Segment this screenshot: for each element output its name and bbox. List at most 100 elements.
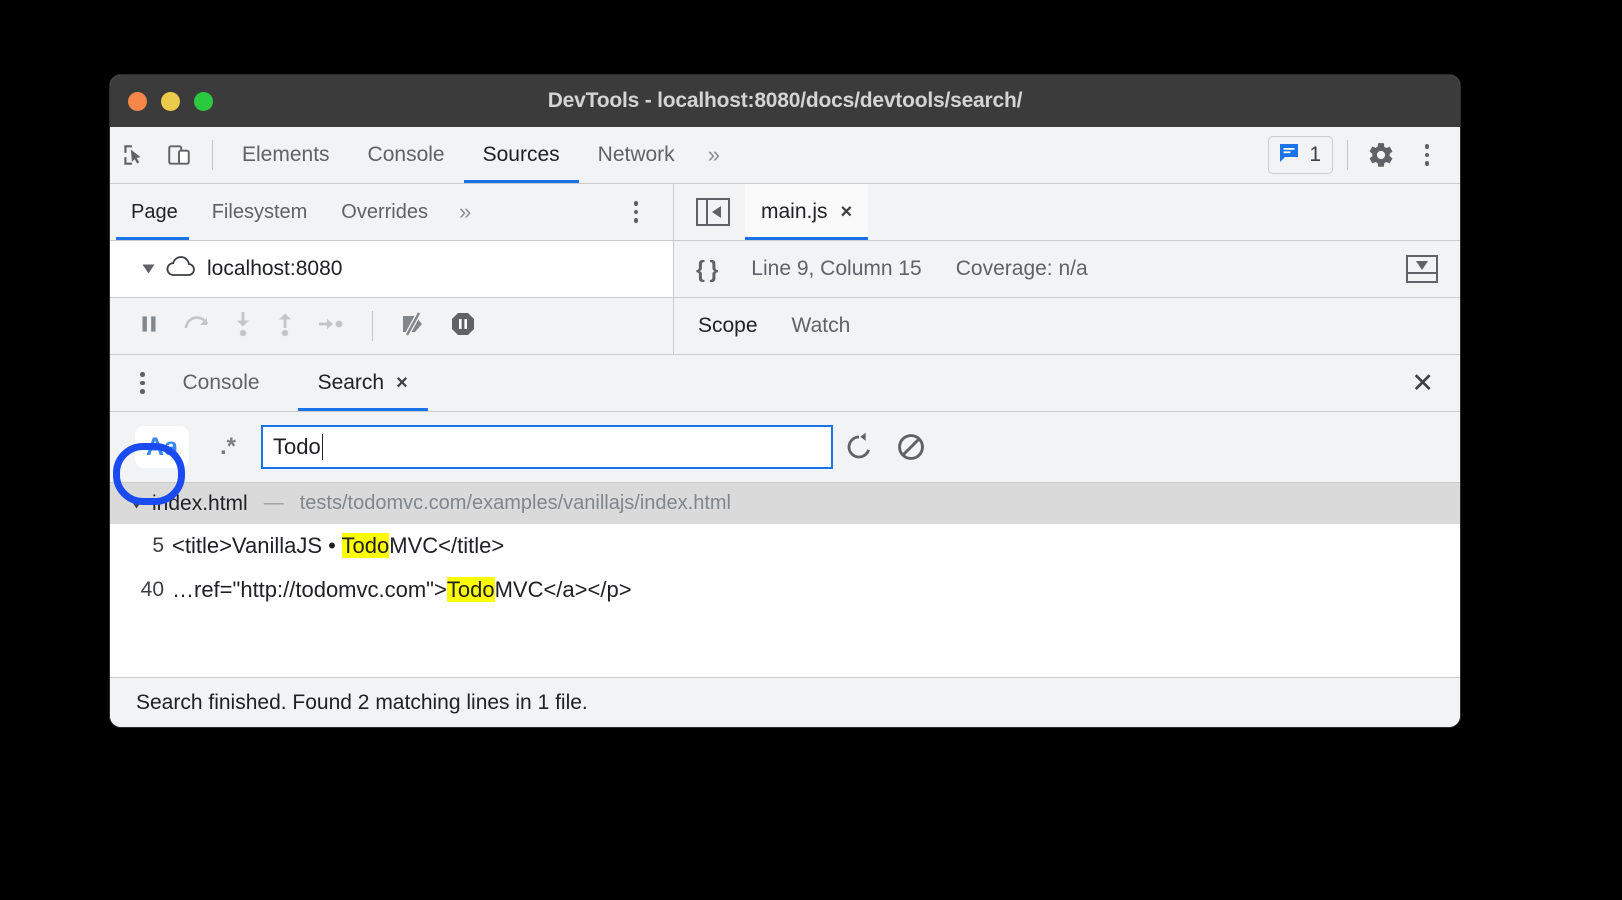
line-text-after: MVC</a></p> <box>494 577 632 602</box>
tab-elements-label: Elements <box>242 143 330 166</box>
search-result-line-text: …ref="http://todomvc.com">TodoMVC</a></p… <box>172 577 632 603</box>
pause-on-exceptions-icon[interactable] <box>449 310 477 343</box>
sidebar-tab-scope[interactable]: Scope <box>674 298 775 354</box>
line-text-before: …ref="http://todomvc.com"> <box>172 577 447 602</box>
search-result-line-number: 40 <box>140 578 164 601</box>
message-count-button[interactable]: 1 <box>1268 136 1333 174</box>
debugger-sidebar-tabbar: Scope Watch <box>674 298 1460 355</box>
kebab-menu-icon[interactable] <box>1404 132 1450 178</box>
tab-console[interactable]: Console <box>349 127 464 183</box>
editor-tab-close-icon[interactable]: × <box>841 201 853 224</box>
search-result-row[interactable]: 5 <title>VanillaJS • TodoMVC</title> <box>110 524 1460 568</box>
inspect-icon[interactable] <box>110 132 156 178</box>
close-window-button[interactable] <box>128 91 147 111</box>
drawer-tab-console[interactable]: Console <box>163 355 280 411</box>
search-status-bar: Search finished. Found 2 matching lines … <box>110 677 1460 727</box>
step-into-icon[interactable] <box>232 310 254 343</box>
search-input[interactable]: Todo <box>261 425 833 469</box>
navigator-pane: Page Filesystem Overrides » localhost:80… <box>110 184 674 298</box>
search-result-file-name: index.html <box>152 491 248 515</box>
tab-network[interactable]: Network <box>579 127 694 183</box>
drawer-tab-search[interactable]: Search × <box>297 355 429 411</box>
text-caret <box>321 434 324 460</box>
navigator-tab-filesystem[interactable]: Filesystem <box>195 184 325 240</box>
debugger-divider <box>372 311 373 341</box>
traffic-lights <box>110 91 213 111</box>
navigator-kebab-menu-icon[interactable] <box>613 189 659 235</box>
close-icon[interactable]: ✕ <box>1411 369 1434 397</box>
pretty-print-braces-icon[interactable]: { } <box>696 256 718 283</box>
step-icon[interactable] <box>316 312 346 341</box>
editor-tab-main-js[interactable]: main.js × <box>745 184 869 240</box>
devtools-main-toolbar: Elements Console Sources Network » 1 <box>110 127 1460 184</box>
sources-upper-split: Page Filesystem Overrides » localhost:80… <box>110 184 1460 298</box>
tab-elements[interactable]: Elements <box>223 127 349 183</box>
search-toolbar: Aa .* Todo <box>110 412 1460 483</box>
message-count-label: 1 <box>1309 143 1321 166</box>
editor-tab-label: main.js <box>761 200 828 223</box>
debugger-toolbar <box>110 298 674 355</box>
navigator-kebab-dots <box>633 201 639 223</box>
expand-triangle-icon[interactable] <box>130 499 143 508</box>
devtools-window: DevTools - localhost:8080/docs/devtools/… <box>110 75 1460 727</box>
use-regex-label: .* <box>219 433 236 460</box>
sources-lower-split: Scope Watch <box>110 298 1460 355</box>
cloud-icon <box>165 255 197 283</box>
search-result-line-number: 5 <box>152 534 164 557</box>
step-out-icon[interactable] <box>274 310 296 343</box>
editor-pane: main.js × { } Line 9, Column 15 Coverage… <box>674 184 1460 298</box>
navigator-tab-overrides[interactable]: Overrides <box>324 184 445 240</box>
cursor-position-label: Line 9, Column 15 <box>751 257 922 280</box>
navigator-tab-overrides-label: Overrides <box>341 200 428 223</box>
navigator-tab-page[interactable]: Page <box>110 184 195 240</box>
editor-tabbar: main.js × <box>674 184 1460 241</box>
match-case-label: Aa <box>146 432 178 461</box>
show-drawer-icon[interactable] <box>1406 255 1438 283</box>
show-navigator-icon[interactable] <box>696 198 730 226</box>
drawer-tab-console-label: Console <box>182 371 260 394</box>
search-result-file-path: tests/todomvc.com/examples/vanillajs/ind… <box>299 492 731 514</box>
search-result-line-text: <title>VanillaJS • TodoMVC</title> <box>172 533 504 559</box>
sidebar-tab-watch-label: Watch <box>791 314 851 337</box>
step-over-icon[interactable] <box>182 311 212 342</box>
message-bubble-icon <box>1277 141 1301 170</box>
navigator-tabbar: Page Filesystem Overrides » <box>110 184 673 241</box>
gear-icon[interactable] <box>1358 132 1404 178</box>
minimize-window-button[interactable] <box>161 91 180 111</box>
drawer-kebab-menu-icon[interactable] <box>140 372 145 394</box>
drawer-tab-search-close-icon[interactable]: × <box>396 372 408 395</box>
use-regex-button[interactable]: .* <box>207 426 249 468</box>
line-text-before: <title>VanillaJS • <box>172 533 342 558</box>
tab-sources[interactable]: Sources <box>463 127 579 183</box>
zoom-window-button[interactable] <box>194 91 213 111</box>
navigator-more-tabs-chevron-icon[interactable]: » <box>445 199 485 225</box>
search-result-row[interactable]: 40 …ref="http://todomvc.com">TodoMVC</a>… <box>110 568 1460 612</box>
clear-icon[interactable] <box>885 421 937 473</box>
search-match-highlight: Todo <box>341 533 390 558</box>
toolbar-divider <box>212 140 213 170</box>
more-tabs-chevron-icon[interactable]: » <box>694 142 734 168</box>
kebab-dots <box>1424 144 1430 166</box>
tab-network-label: Network <box>597 143 675 166</box>
window-titlebar: DevTools - localhost:8080/docs/devtools/… <box>110 75 1460 127</box>
search-input-value: Todo <box>273 434 321 459</box>
search-match-highlight: Todo <box>446 577 495 602</box>
editor-statusbar: { } Line 9, Column 15 Coverage: n/a <box>674 241 1460 298</box>
match-case-button[interactable]: Aa <box>135 426 189 468</box>
tab-sources-label: Sources <box>482 143 560 166</box>
navigator-tree-item-localhost[interactable]: localhost:8080 <box>110 241 673 298</box>
window-title: DevTools - localhost:8080/docs/devtools/… <box>547 89 1023 112</box>
search-result-separator: — <box>263 492 284 514</box>
refresh-icon[interactable] <box>833 421 885 473</box>
drawer-tabbar: Console Search × ✕ <box>110 355 1460 412</box>
device-toolbar-icon[interactable] <box>156 132 202 178</box>
sidebar-tab-watch[interactable]: Watch <box>775 298 868 354</box>
search-results: index.html — tests/todomvc.com/examples/… <box>110 483 1460 612</box>
expand-triangle-icon[interactable] <box>142 264 155 274</box>
search-result-file-header[interactable]: index.html — tests/todomvc.com/examples/… <box>110 483 1460 524</box>
deactivate-breakpoints-icon[interactable] <box>399 311 429 342</box>
search-status-label: Search finished. Found 2 matching lines … <box>136 690 588 714</box>
toolbar-divider-2 <box>1347 140 1348 170</box>
drawer-tab-search-label: Search <box>317 371 385 394</box>
pause-icon[interactable] <box>136 311 162 342</box>
